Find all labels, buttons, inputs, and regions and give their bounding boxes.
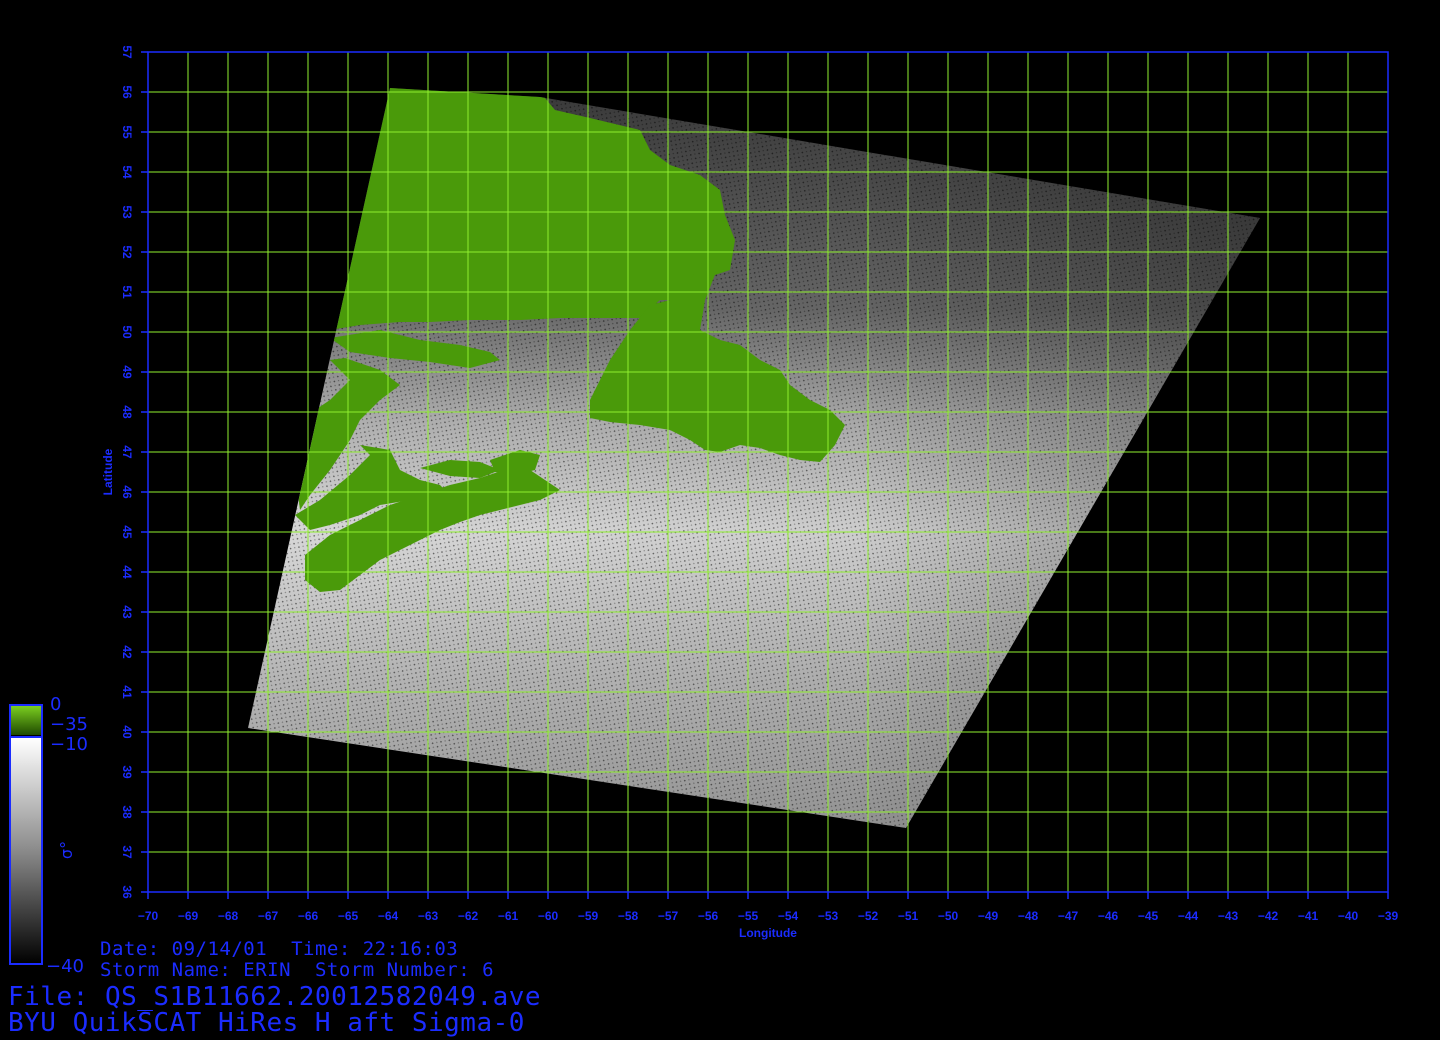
y-axis: 36 37 38 39 40 41 42 43 44 45 46 47 48 49 50 51 52 53 54 55… [120, 45, 148, 899]
y-tick-label: 40 [120, 725, 134, 739]
x-tick-label: −61 [498, 909, 519, 923]
y-tick-label: 36 [120, 885, 134, 899]
x-tick-label: −39 [1378, 909, 1399, 923]
date-time-line: Date: 09/14/01 Time: 22:16:03 [100, 940, 458, 959]
x-tick-label: −52 [858, 909, 879, 923]
y-tick-label: 50 [120, 325, 134, 339]
x-tick-label: −43 [1218, 909, 1239, 923]
y-tick-label: 47 [120, 445, 134, 459]
storm-name-value: ERIN [243, 959, 292, 981]
colorbar-label-ocean-min: −40 [46, 956, 84, 977]
x-tick-label: −46 [1098, 909, 1119, 923]
sigma0-map: −70 −69 −68 −67 −66 −65 −64 −63 −62 −61 −60 −59 −58 −… [9, 45, 1399, 965]
x-tick-label: −49 [978, 909, 999, 923]
x-tick-label: −63 [418, 909, 439, 923]
x-tick-label: −68 [218, 909, 239, 923]
x-tick-label: −70 [138, 909, 159, 923]
x-axis-title: Longitude [739, 926, 797, 940]
y-axis-title: Latitude [101, 448, 115, 495]
x-tick-label: −58 [618, 909, 639, 923]
colorbar [9, 704, 43, 965]
x-tick-label: −50 [938, 909, 959, 923]
colorbar-symbol: σ° [57, 840, 77, 860]
x-tick-label: −66 [298, 909, 319, 923]
y-tick-label: 49 [120, 365, 134, 379]
colorbar-ocean-segment [10, 738, 42, 964]
x-tick-label: −65 [338, 909, 359, 923]
time-value: 22:16:03 [362, 938, 459, 960]
y-tick-label: 57 [120, 45, 134, 59]
y-tick-label: 56 [120, 85, 134, 99]
x-tick-label: −48 [1018, 909, 1039, 923]
product-title: BYU QuikSCAT HiRes H aft Sigma-0 [8, 1008, 525, 1038]
storm-number-value: 6 [482, 959, 495, 981]
time-label: Time: [291, 938, 351, 960]
y-tick-label: 42 [120, 645, 134, 659]
y-tick-label: 52 [120, 245, 134, 259]
y-tick-label: 43 [120, 605, 134, 619]
x-tick-label: −42 [1258, 909, 1279, 923]
y-tick-label: 48 [120, 405, 134, 419]
x-tick-label: −54 [778, 909, 799, 923]
x-tick-label: −45 [1138, 909, 1159, 923]
y-tick-label: 38 [120, 805, 134, 819]
colorbar-label-land-min: −35 [50, 714, 88, 735]
x-tick-label: −40 [1338, 909, 1359, 923]
x-tick-label: −69 [178, 909, 199, 923]
date-value: 09/14/01 [171, 938, 268, 960]
y-tick-label: 54 [120, 165, 134, 179]
y-tick-label: 37 [120, 845, 134, 859]
colorbar-label-ocean-max: −10 [50, 734, 88, 755]
x-axis: −70 −69 −68 −67 −66 −65 −64 −63 −62 −61 −60 −59 −58 −… [138, 892, 1399, 923]
x-tick-label: −47 [1058, 909, 1079, 923]
y-tick-label: 53 [120, 205, 134, 219]
x-tick-label: −64 [378, 909, 399, 923]
y-tick-label: 41 [120, 685, 134, 699]
y-tick-label: 45 [120, 525, 134, 539]
colorbar-land-segment [10, 705, 42, 735]
x-tick-label: −62 [458, 909, 479, 923]
x-tick-label: −44 [1178, 909, 1199, 923]
x-tick-label: −55 [738, 909, 759, 923]
y-tick-label: 39 [120, 765, 134, 779]
x-tick-label: −51 [898, 909, 919, 923]
storm-name-label: Storm Name: [100, 959, 232, 981]
y-tick-label: 46 [120, 485, 134, 499]
y-tick-label: 51 [120, 285, 134, 299]
x-tick-label: −59 [578, 909, 599, 923]
x-tick-label: −56 [698, 909, 719, 923]
storm-line: Storm Name: ERIN Storm Number: 6 [100, 961, 494, 980]
y-tick-label: 44 [120, 565, 134, 579]
x-tick-label: −41 [1298, 909, 1319, 923]
file-line: File: QS_S1B11662.20012582049.ave [8, 984, 541, 1010]
x-tick-label: −60 [538, 909, 559, 923]
x-tick-label: −57 [658, 909, 679, 923]
y-tick-label: 55 [120, 125, 134, 139]
x-tick-label: −67 [258, 909, 279, 923]
colorbar-label-land-max: 0 [50, 694, 62, 715]
date-label: Date: [100, 938, 160, 960]
x-tick-label: −53 [818, 909, 839, 923]
storm-number-label: Storm Number: [314, 959, 471, 981]
